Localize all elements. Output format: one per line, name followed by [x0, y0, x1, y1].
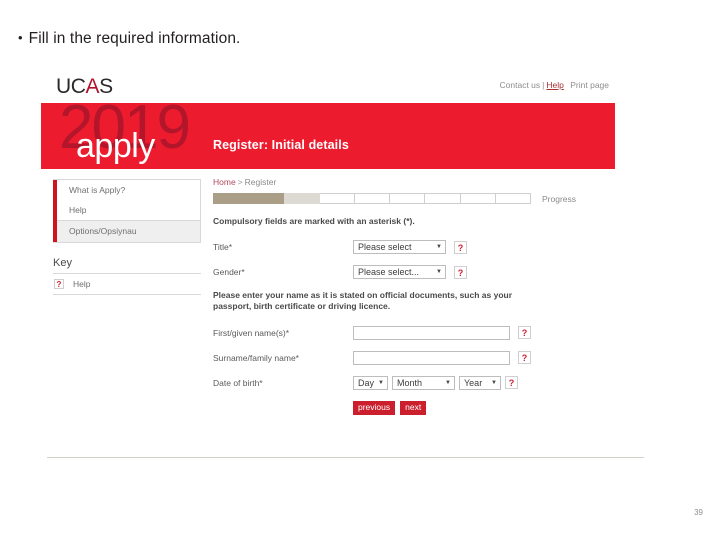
date-of-birth-label: Date of birth*	[213, 377, 263, 388]
logo-text-s: S	[99, 75, 113, 98]
progress-segment	[425, 193, 461, 204]
contact-us-link[interactable]: Contact us	[500, 80, 541, 90]
date-of-birth-group: Day ▼ Month ▼ Year ▼ ?	[353, 375, 518, 390]
next-button[interactable]: next	[400, 400, 427, 415]
breadcrumb: Home > Register	[213, 177, 605, 187]
first-name-help-icon[interactable]: ?	[518, 326, 531, 340]
field-row-surname: Surname/family name* ?	[213, 350, 605, 365]
progress-segment	[495, 193, 531, 204]
page-banner: 2019 apply Register: Initial details	[41, 103, 615, 169]
first-name-input[interactable]	[353, 325, 510, 340]
progress-segment	[390, 193, 426, 204]
previous-button[interactable]: previous	[353, 400, 396, 415]
key-entry-help: ? Help	[53, 274, 201, 295]
dob-day-select[interactable]: Day ▼	[353, 375, 388, 390]
progress-segment	[460, 193, 496, 204]
chevron-down-icon: ▼	[436, 244, 442, 250]
field-row-date-of-birth: Date of birth* Day ▼ Month ▼ Year ▼ ?	[213, 375, 605, 390]
slide-footer-divider	[47, 457, 644, 458]
dob-year-value: Year	[464, 377, 483, 388]
chevron-down-icon: ▼	[378, 379, 384, 386]
first-name-label: First/given name(s)*	[213, 327, 290, 338]
main-content: Home > Register Progress Compulsory fields…	[213, 177, 605, 415]
title-select[interactable]: Please select ▼	[353, 240, 446, 254]
ucas-apply-screenshot: UCAS Contact us | Help Print page 2019 app…	[41, 70, 615, 462]
progress-segment	[249, 193, 285, 204]
sidebar-item-what-is-apply[interactable]: What is Apply?	[53, 180, 200, 201]
surname-help-icon[interactable]: ?	[518, 351, 531, 365]
utility-links: Contact us | Help Print page	[500, 80, 609, 90]
help-link[interactable]: Help	[546, 80, 563, 90]
site-header: UCAS Contact us | Help Print page	[41, 70, 615, 103]
sidebar: What is Apply? Help Options/Opsiynau Key…	[53, 179, 201, 295]
sidebar-item-help[interactable]: Help	[53, 200, 200, 221]
sidebar-nav: What is Apply? Help Options/Opsiynau	[53, 179, 201, 243]
bullet-dot-icon: •	[18, 30, 23, 45]
dob-month-select[interactable]: Month ▼	[392, 375, 455, 390]
page-title: Register: Initial details	[213, 138, 349, 152]
slide-bullet-text: Fill in the required information.	[28, 30, 241, 47]
breadcrumb-home[interactable]: Home	[213, 177, 236, 187]
gender-select[interactable]: Please select... ▼	[353, 265, 446, 279]
title-select-value: Please select	[358, 242, 412, 252]
progress-segment	[213, 193, 250, 204]
compulsory-fields-note: Compulsory fields are marked with an ast…	[213, 216, 415, 226]
ucas-logo: UCAS	[56, 76, 113, 97]
progress-segment	[319, 193, 355, 204]
slide-page-number: 39	[694, 508, 703, 517]
gender-help-icon[interactable]: ?	[454, 265, 467, 279]
logo-text-a: A	[85, 75, 100, 98]
gender-label: Gender*	[213, 267, 245, 277]
dob-help-icon[interactable]: ?	[505, 376, 518, 390]
slide-bullet-line: • Fill in the required information.	[18, 30, 240, 48]
banner-apply-text: apply	[76, 127, 155, 165]
breadcrumb-current: Register	[244, 177, 277, 187]
gender-select-value: Please select...	[358, 267, 420, 277]
progress-segment	[284, 193, 320, 204]
field-row-title: Title* Please select ▼ ?	[213, 240, 605, 254]
dob-year-select[interactable]: Year ▼	[459, 375, 501, 390]
chevron-down-icon: ▼	[491, 379, 497, 386]
dob-day-value: Day	[358, 377, 375, 388]
key-heading: Key	[53, 257, 201, 274]
form-navigation-buttons: previous next	[353, 400, 605, 415]
logo-text-uc: UC	[56, 75, 86, 98]
title-label: Title*	[213, 242, 233, 252]
field-row-gender: Gender* Please select... ▼ ?	[213, 265, 605, 279]
print-page-link[interactable]: Print page	[570, 80, 609, 90]
sidebar-accent-bar	[53, 180, 57, 242]
dob-month-value: Month	[397, 377, 423, 388]
page-body: What is Apply? Help Options/Opsiynau Key…	[41, 169, 615, 415]
name-instruction-note: Please enter your name as it is stated o…	[213, 290, 513, 312]
surname-label: Surname/family name*	[213, 352, 299, 363]
surname-input[interactable]	[353, 350, 510, 365]
progress-row: Progress	[213, 193, 605, 204]
sidebar-item-options[interactable]: Options/Opsiynau	[53, 220, 200, 242]
chevron-down-icon: ▼	[436, 269, 442, 275]
progress-segment	[354, 193, 391, 204]
progress-bar	[213, 193, 531, 204]
key-entry-label: Help	[73, 278, 91, 289]
field-row-first-name: First/given name(s)* ?	[213, 325, 605, 340]
question-mark-icon: ?	[54, 278, 64, 289]
breadcrumb-separator: >	[237, 177, 243, 187]
chevron-down-icon: ▼	[445, 379, 451, 386]
progress-label: Progress	[542, 193, 577, 204]
registration-form: Title* Please select ▼ ? Gender* Please …	[213, 240, 605, 415]
title-help-icon[interactable]: ?	[454, 240, 467, 254]
